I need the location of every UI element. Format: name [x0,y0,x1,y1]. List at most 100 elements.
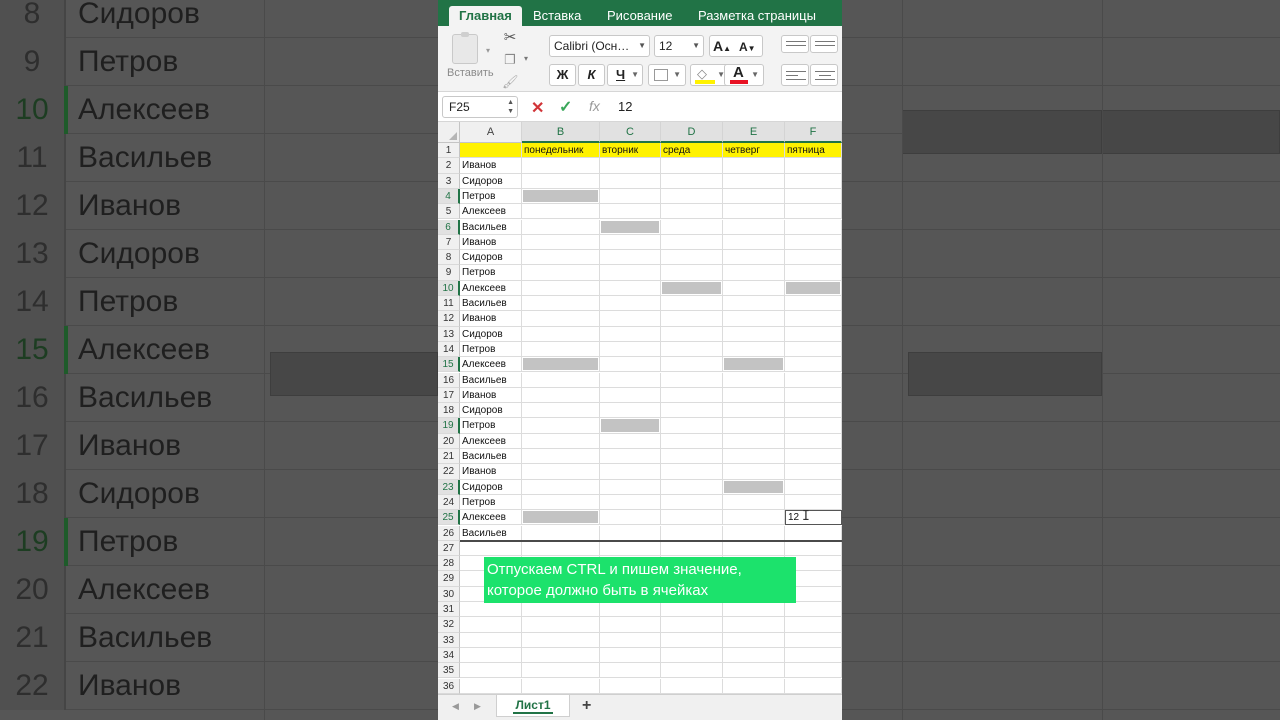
confirm-entry-icon[interactable]: ✓ [559,97,572,117]
insert-function-icon[interactable]: fx [589,98,600,114]
cell-f14[interactable] [785,341,842,358]
cell-b21[interactable] [522,449,600,465]
cell-a8[interactable]: Сидоров [460,250,522,266]
cell-a4[interactable]: Петров [460,188,522,205]
cell-e13[interactable] [723,326,785,342]
cell-a20[interactable]: Алексеев [460,433,522,449]
cell-d2[interactable] [661,158,723,174]
cell-f4[interactable] [785,188,842,205]
cell-c22[interactable] [600,464,661,480]
highlighted-cell-c19[interactable] [600,418,661,434]
cell-f18[interactable] [785,403,842,419]
row-header[interactable]: 8 [438,250,460,266]
cell-e25[interactable] [723,510,785,526]
cell-c36[interactable] [600,678,661,694]
align-middle-button[interactable] [810,35,838,53]
cell-c16[interactable] [600,372,661,388]
paste-icon[interactable] [452,32,478,64]
cell-a33[interactable] [460,632,522,648]
cell-b31[interactable] [522,602,600,618]
cell-a19[interactable]: Петров [460,418,522,434]
cell-a10[interactable]: Алексеев [460,280,522,296]
row-header[interactable]: 32 [438,617,460,633]
cell-d20[interactable] [661,433,723,449]
cell-b32[interactable] [522,617,600,633]
cell-d19[interactable] [661,418,723,434]
cell-f32[interactable] [785,617,842,633]
highlighted-cell-c6[interactable] [600,219,661,235]
cell-c15[interactable] [600,357,661,373]
cell-e4[interactable] [723,188,785,205]
cell-f1[interactable]: пятница [785,143,842,159]
cell-c21[interactable] [600,449,661,465]
worksheet-grid[interactable]: Отпускаем CTRL и пишем значение, которое… [438,122,842,694]
cell-c9[interactable] [600,265,661,281]
cell-e20[interactable] [723,433,785,449]
cell-c13[interactable] [600,326,661,342]
cell-c24[interactable] [600,494,661,511]
cell-f20[interactable] [785,433,842,449]
row-header[interactable]: 21 [438,449,460,465]
cell-d13[interactable] [661,326,723,342]
cell-c20[interactable] [600,433,661,449]
cell-b24[interactable] [522,494,600,511]
cell-b33[interactable] [522,632,600,648]
row-header[interactable]: 1 [438,143,460,159]
cell-f19[interactable] [785,418,842,434]
cell-a12[interactable]: Иванов [460,311,522,327]
cell-e32[interactable] [723,617,785,633]
cell-b17[interactable] [522,387,600,404]
column-header-b[interactable]: B [522,122,600,143]
cell-b8[interactable] [522,250,600,266]
cell-a25[interactable]: Алексеев [460,510,522,526]
cell-d21[interactable] [661,449,723,465]
cell-d14[interactable] [661,341,723,358]
cell-b26[interactable] [522,525,600,541]
cell-e31[interactable] [723,602,785,618]
cell-c32[interactable] [600,617,661,633]
cell-e24[interactable] [723,494,785,511]
prev-sheet-icon[interactable]: ◀ [452,701,459,712]
row-header[interactable]: 22 [438,464,460,480]
highlighted-cell-b25[interactable] [522,510,600,526]
cell-f26[interactable] [785,525,842,541]
cell-a21[interactable]: Васильев [460,449,522,465]
cell-f3[interactable] [785,173,842,189]
cell-a23[interactable]: Сидоров [460,479,522,495]
column-header-c[interactable]: C [600,122,661,143]
highlighted-cell-d10[interactable] [661,280,723,296]
row-header[interactable]: 15 [438,357,460,373]
cell-c26[interactable] [600,525,661,541]
cell-c25[interactable] [600,510,661,526]
cell-a14[interactable]: Петров [460,341,522,358]
shrink-font-button[interactable]: A▼ [739,37,756,59]
cell-c33[interactable] [600,632,661,648]
highlighted-cell-e15[interactable] [723,357,785,373]
cell-b34[interactable] [522,647,600,664]
cell-c11[interactable] [600,296,661,312]
column-header-f[interactable]: F [785,122,842,143]
row-header[interactable]: 16 [438,372,460,388]
column-header-a[interactable]: A [460,122,522,143]
cell-d18[interactable] [661,403,723,419]
cell-b27[interactable] [522,540,600,557]
highlighted-cell-b4[interactable] [522,188,600,205]
cell-d15[interactable] [661,357,723,373]
cell-e16[interactable] [723,372,785,388]
cell-d7[interactable] [661,234,723,251]
cell-f24[interactable] [785,494,842,511]
cell-e2[interactable] [723,158,785,174]
cell-a7[interactable]: Иванов [460,234,522,251]
cell-f12[interactable] [785,311,842,327]
copy-dropdown-chevron-icon[interactable]: ▾ [518,54,534,63]
cell-e10[interactable] [723,280,785,296]
align-left-button[interactable] [781,64,809,86]
cell-a15[interactable]: Алексеев [460,357,522,373]
cell-a2[interactable]: Иванов [460,158,522,174]
row-header[interactable]: 14 [438,341,460,358]
tab-draw[interactable]: Рисование [607,6,672,26]
row-header[interactable]: 17 [438,387,460,404]
cell-f17[interactable] [785,387,842,404]
row-header[interactable]: 30 [438,586,460,602]
cell-a13[interactable]: Сидоров [460,326,522,342]
